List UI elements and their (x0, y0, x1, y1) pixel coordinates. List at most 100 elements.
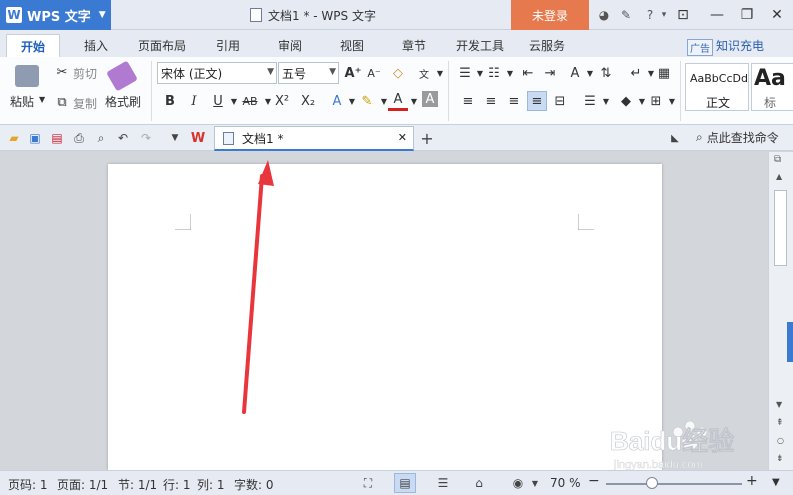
web-view-icon[interactable]: ⌂ (468, 473, 490, 493)
wps-w-icon[interactable]: W (190, 130, 206, 146)
knowledge-link[interactable]: 知识充电 (716, 37, 764, 54)
increase-indent-icon[interactable]: ⇥ (540, 63, 560, 83)
ribbon-home: 粘贴 ▼ ✂ 剪切 ⧉ 复制 格式刷 宋体 (正文) ▼ 五号 ▼ A⁺ A⁻ … (0, 57, 793, 125)
paste-chevron-icon[interactable]: ▼ (39, 95, 45, 104)
chevron-down-icon[interactable]: ▼ (500, 63, 520, 83)
strikethrough-icon[interactable]: AB (240, 91, 260, 111)
chevron-down-icon[interactable]: ▼ (430, 63, 450, 83)
zoom-slider-thumb[interactable] (646, 477, 658, 489)
minimize-icon[interactable]: — (703, 3, 731, 27)
tab-page-layout[interactable]: 页面布局 (132, 34, 192, 57)
side-panel-toggle[interactable] (787, 322, 793, 362)
login-button[interactable]: 未登录 (511, 0, 589, 30)
align-left-icon[interactable]: ≡ (458, 91, 478, 111)
scroll-down-icon[interactable]: ▼ (776, 400, 782, 409)
paste-label[interactable]: 粘贴 (10, 93, 34, 110)
decrease-indent-icon[interactable]: ⇤ (518, 63, 538, 83)
split-view-icon[interactable]: ⧉ (774, 154, 781, 165)
chevron-down-icon: ▼ (329, 67, 336, 77)
outline-view-icon[interactable]: ☰ (432, 473, 454, 493)
style-normal[interactable]: AaBbCcDd 正文 (685, 63, 749, 111)
undo-icon[interactable]: ↶ (115, 130, 131, 146)
font-size-select[interactable]: 五号 ▼ (278, 62, 339, 84)
divider (680, 61, 681, 121)
print-icon[interactable]: ⎙ (71, 130, 87, 146)
fullscreen-icon[interactable]: ⊡ (669, 3, 697, 27)
status-column: 列: 1 (197, 478, 225, 492)
title-bar: W WPS 文字 ▼ 文档1 * - WPS 文字 未登录 ◕ ✎ ? ▾ ⊡ … (0, 0, 793, 30)
scroll-up-icon[interactable]: ▲ (776, 172, 782, 181)
export-pdf-icon[interactable]: ▤ (49, 130, 65, 146)
restore-icon[interactable]: ❐ (733, 3, 761, 27)
copy-button[interactable]: 复制 (73, 95, 97, 112)
bold-icon[interactable]: B (160, 91, 180, 111)
app-menu-button[interactable]: W WPS 文字 ▼ (0, 0, 111, 30)
subscript-icon[interactable]: X₂ (298, 91, 318, 111)
italic-icon[interactable]: I (184, 91, 204, 111)
format-painter-label[interactable]: 格式刷 (105, 93, 141, 110)
print-preview-icon[interactable]: ⌕ (93, 130, 109, 146)
redo-icon[interactable]: ↷ (138, 130, 154, 146)
tab-references[interactable]: 引用 (208, 34, 248, 57)
zoom-out-icon[interactable]: − (588, 473, 600, 489)
distribute-icon[interactable]: ⊟ (550, 91, 570, 111)
zoom-in-icon[interactable]: + (746, 473, 758, 489)
chevron-down-icon[interactable]: ▼ (662, 91, 682, 111)
align-right-icon[interactable]: ≡ (504, 91, 524, 111)
pen-icon[interactable]: ✎ (618, 7, 634, 23)
copy-icon[interactable]: ⧉ (52, 92, 72, 112)
page-view-icon[interactable]: ▤ (394, 473, 416, 493)
format-painter-button[interactable] (106, 60, 138, 92)
ribbon-tab-bar: 开始 插入 页面布局 引用 审阅 视图 章节 开发工具 云服务 (0, 30, 793, 57)
superscript-icon[interactable]: X² (272, 91, 292, 111)
close-icon[interactable]: ✕ (763, 3, 791, 27)
window-title: 文档1 * - WPS 文字 (250, 0, 376, 30)
document-tab[interactable]: 文档1 * ✕ (214, 126, 414, 151)
font-name-value: 宋体 (正文) (161, 66, 223, 81)
tab-developer[interactable]: 开发工具 (450, 34, 510, 57)
divider (151, 61, 152, 121)
fullscreen-view-icon[interactable]: ⛶ (357, 473, 379, 493)
tab-home[interactable]: 开始 (6, 34, 60, 57)
style-heading-label: 标 (764, 96, 777, 110)
chevron-down-icon: ▼ (98, 10, 106, 20)
shrink-font-icon[interactable]: A⁻ (364, 63, 384, 83)
skin-icon[interactable]: ◕ (596, 7, 612, 23)
new-tab-icon[interactable]: + (419, 129, 435, 148)
tab-review[interactable]: 审阅 (270, 34, 310, 57)
chevron-down-icon[interactable]: ▼ (524, 473, 546, 493)
collapse-ribbon-icon[interactable]: ◣ (667, 130, 683, 146)
customize-chevron-icon[interactable]: ▼ (167, 130, 183, 146)
chevron-down-icon[interactable]: ▼ (772, 477, 780, 488)
zoom-level[interactable]: 70 % (550, 476, 581, 490)
close-tab-icon[interactable]: ✕ (398, 131, 407, 144)
sort-icon[interactable]: ⇅ (596, 63, 616, 83)
char-shading-icon[interactable]: A (422, 91, 438, 107)
scissors-icon[interactable]: ✂ (52, 62, 72, 82)
clear-format-icon[interactable]: ◇ (388, 63, 408, 83)
scrollbar-thumb[interactable] (774, 190, 787, 266)
chevron-down-icon[interactable]: ▼ (404, 91, 424, 111)
tab-cloud-service[interactable]: 云服务 (524, 34, 570, 57)
command-search[interactable]: ⌕ 点此查找命令 (696, 129, 779, 146)
tab-view[interactable]: 视图 (332, 34, 372, 57)
align-center-icon[interactable]: ≡ (481, 91, 501, 111)
table-icon[interactable]: ▦ (654, 63, 674, 83)
cut-button[interactable]: 剪切 (73, 65, 97, 82)
chevron-down-icon[interactable]: ▼ (596, 91, 616, 111)
status-word-count[interactable]: 字数: 0 (234, 476, 274, 493)
justify-icon[interactable]: ≡ (527, 91, 547, 111)
ad-badge: 广告 (687, 39, 713, 56)
open-folder-icon[interactable]: ▰ (6, 130, 22, 146)
margin-mark-top-left (175, 214, 191, 230)
style-heading-1[interactable]: Aa 标 (751, 63, 793, 111)
document-page[interactable] (108, 164, 662, 470)
zoom-slider[interactable] (606, 483, 742, 485)
style-heading-preview: Aa (754, 66, 786, 91)
grow-font-icon[interactable]: A⁺ (343, 63, 363, 83)
tab-chapter[interactable]: 章节 (394, 34, 434, 57)
save-icon[interactable]: ▣ (27, 130, 43, 146)
font-name-select[interactable]: 宋体 (正文) ▼ (157, 62, 277, 84)
paste-button[interactable] (12, 65, 42, 87)
tab-insert[interactable]: 插入 (76, 34, 116, 57)
